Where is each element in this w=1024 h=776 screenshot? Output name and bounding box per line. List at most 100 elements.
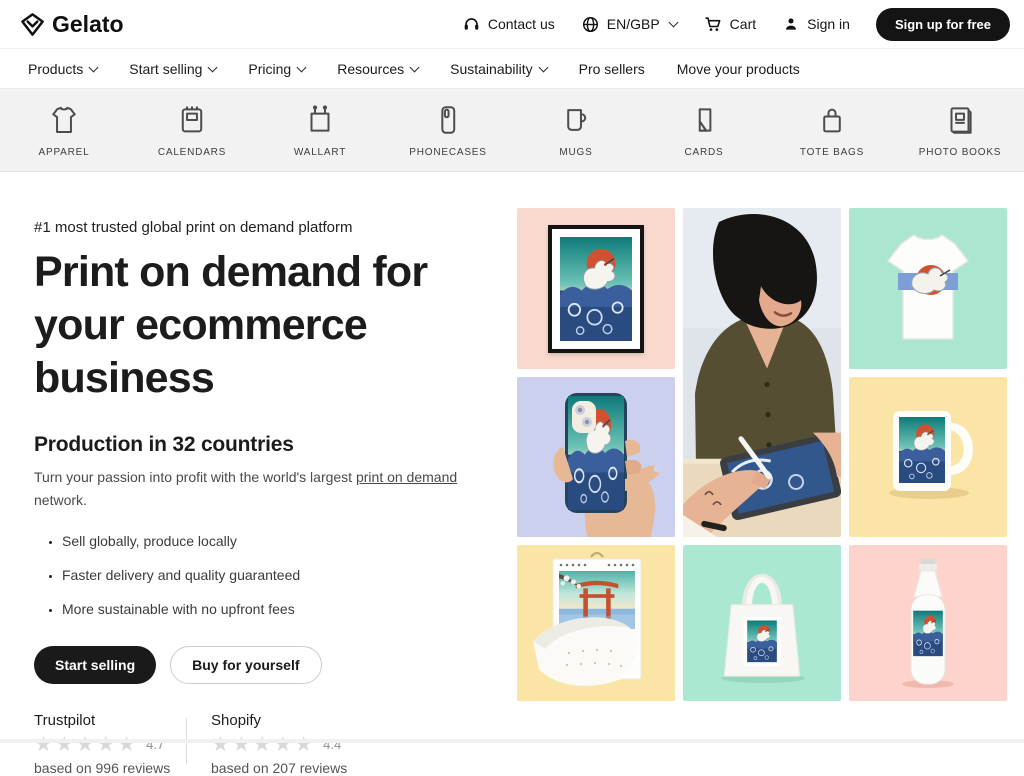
- nav-item-sustainability[interactable]: Sustainability: [434, 61, 563, 77]
- globe-icon: [581, 15, 600, 34]
- top-bar: Gelato Contact us EN/GBP: [0, 0, 1024, 48]
- tile-mug: [849, 377, 1007, 537]
- gelato-logo-icon: [20, 12, 45, 37]
- tile-tote-bag: [683, 545, 841, 701]
- chevron-down-icon: [410, 62, 420, 72]
- category-label: APPAREL: [39, 147, 90, 158]
- category-label: WALLART: [294, 147, 346, 158]
- product-gallery: [517, 208, 1009, 776]
- hero-description: Turn your passion into profit with the w…: [34, 466, 479, 512]
- tile-framed-wall-art: [517, 208, 675, 369]
- tote-bag-icon: [815, 103, 849, 137]
- sign-in-link[interactable]: Sign in: [782, 15, 850, 33]
- category-apparel[interactable]: APPAREL: [0, 89, 128, 171]
- tile-phone-case: [517, 377, 675, 537]
- cart-button[interactable]: Cart: [703, 14, 756, 34]
- bullet-item: Sell globally, produce locally: [62, 533, 512, 549]
- rating-reviews: based on 996 reviews: [34, 760, 180, 776]
- stars-base: ★★★★★: [211, 734, 315, 755]
- cart-icon: [703, 14, 723, 34]
- hero-section: #1 most trusted global print on demand p…: [0, 172, 1024, 776]
- category-calendars[interactable]: CALENDARS: [128, 89, 256, 171]
- photo-book-icon: [943, 103, 977, 137]
- chevron-down-icon: [208, 62, 218, 72]
- category-label: CARDS: [684, 147, 723, 158]
- category-bar: APPAREL CALENDARS WALLART PHONECASES MUG…: [0, 88, 1024, 172]
- chevron-down-icon: [89, 62, 99, 72]
- phonecase-icon: [431, 103, 465, 137]
- headset-icon: [462, 15, 481, 34]
- category-label: CALENDARS: [158, 147, 226, 158]
- hero-bullets: Sell globally, produce locally Faster de…: [34, 533, 512, 617]
- print-on-demand-link[interactable]: print on demand: [356, 469, 457, 485]
- phone-case-image: [517, 377, 675, 537]
- mug-icon: [559, 103, 593, 137]
- tshirt-icon: [47, 103, 81, 137]
- next-section-edge: [0, 739, 1024, 743]
- chevron-down-icon: [668, 18, 678, 28]
- wallart-icon: [303, 103, 337, 137]
- bullet-item: More sustainable with no upfront fees: [62, 601, 512, 617]
- cart-label: Cart: [730, 16, 756, 32]
- category-label: MUGS: [559, 147, 592, 158]
- hero-copy: #1 most trusted global print on demand p…: [34, 212, 512, 776]
- locale-label: EN/GBP: [607, 16, 660, 32]
- hero-subtitle: Production in 32 countries: [34, 433, 512, 457]
- category-tote-bags[interactable]: TOTE BAGS: [768, 89, 896, 171]
- chevron-down-icon: [297, 62, 307, 72]
- calendar-image: [517, 545, 675, 701]
- trustpilot-rating: Trustpilot ★★★★★ 4.7 based on 996 review…: [34, 712, 180, 776]
- nav-item-start-selling[interactable]: Start selling: [113, 61, 232, 77]
- calendar-icon: [175, 103, 209, 137]
- category-mugs[interactable]: MUGS: [512, 89, 640, 171]
- designer-photo-image: [683, 208, 841, 537]
- locale-selector[interactable]: EN/GBP: [581, 15, 677, 34]
- nav-item-products[interactable]: Products: [12, 61, 113, 77]
- water-bottle-image: [849, 545, 1007, 701]
- stars-base: ★★★★★: [34, 734, 138, 755]
- tile-designer-photo: [683, 208, 841, 537]
- category-wallart[interactable]: WALLART: [256, 89, 384, 171]
- tote-bag-image: [683, 545, 841, 701]
- buy-for-yourself-button[interactable]: Buy for yourself: [170, 646, 321, 684]
- shopify-rating: Shopify ★★★★★ 4.4 based on 207 reviews: [211, 712, 357, 776]
- cards-icon: [687, 103, 721, 137]
- main-nav: Products Start selling Pricing Resources…: [0, 48, 1024, 88]
- hero-title: Print on demand for your ecommerce busin…: [34, 246, 512, 405]
- sign-in-label: Sign in: [807, 16, 850, 32]
- description-suffix: network.: [34, 492, 87, 508]
- rating-name: Shopify: [211, 712, 357, 729]
- nav-item-resources[interactable]: Resources: [321, 61, 434, 77]
- category-photo-books[interactable]: PHOTO BOOKS: [896, 89, 1024, 171]
- framed-art-image: [548, 225, 644, 353]
- category-phonecases[interactable]: PHONECASES: [384, 89, 512, 171]
- contact-us-label: Contact us: [488, 16, 555, 32]
- chevron-down-icon: [538, 62, 548, 72]
- category-label: TOTE BAGS: [800, 147, 864, 158]
- mug-image: [849, 377, 1007, 537]
- brand-name: Gelato: [52, 11, 124, 38]
- description-prefix: Turn your passion into profit with the w…: [34, 469, 356, 485]
- cta-row: Start selling Buy for yourself: [34, 646, 512, 684]
- category-label: PHONECASES: [409, 147, 486, 158]
- rating-reviews: based on 207 reviews: [211, 760, 357, 776]
- top-bar-actions: Contact us EN/GBP Cart Sign in: [462, 8, 1010, 41]
- contact-us-link[interactable]: Contact us: [462, 15, 555, 34]
- nav-item-pro-sellers[interactable]: Pro sellers: [563, 61, 661, 77]
- person-icon: [782, 15, 800, 33]
- bullet-item: Faster delivery and quality guaranteed: [62, 567, 512, 583]
- nav-item-move-your-products[interactable]: Move your products: [661, 61, 816, 77]
- category-cards[interactable]: CARDS: [640, 89, 768, 171]
- tshirt-image: [849, 208, 1007, 369]
- category-label: PHOTO BOOKS: [919, 147, 1002, 158]
- gelato-logo[interactable]: Gelato: [20, 11, 124, 38]
- rating-name: Trustpilot: [34, 712, 180, 729]
- nav-item-pricing[interactable]: Pricing: [232, 61, 321, 77]
- ratings-row: Trustpilot ★★★★★ 4.7 based on 996 review…: [34, 712, 512, 776]
- tile-tshirt: [849, 208, 1007, 369]
- tile-calendar: [517, 545, 675, 701]
- start-selling-button[interactable]: Start selling: [34, 646, 156, 684]
- sign-up-button[interactable]: Sign up for free: [876, 8, 1010, 41]
- hero-eyebrow: #1 most trusted global print on demand p…: [34, 219, 512, 236]
- tile-water-bottle: [849, 545, 1007, 701]
